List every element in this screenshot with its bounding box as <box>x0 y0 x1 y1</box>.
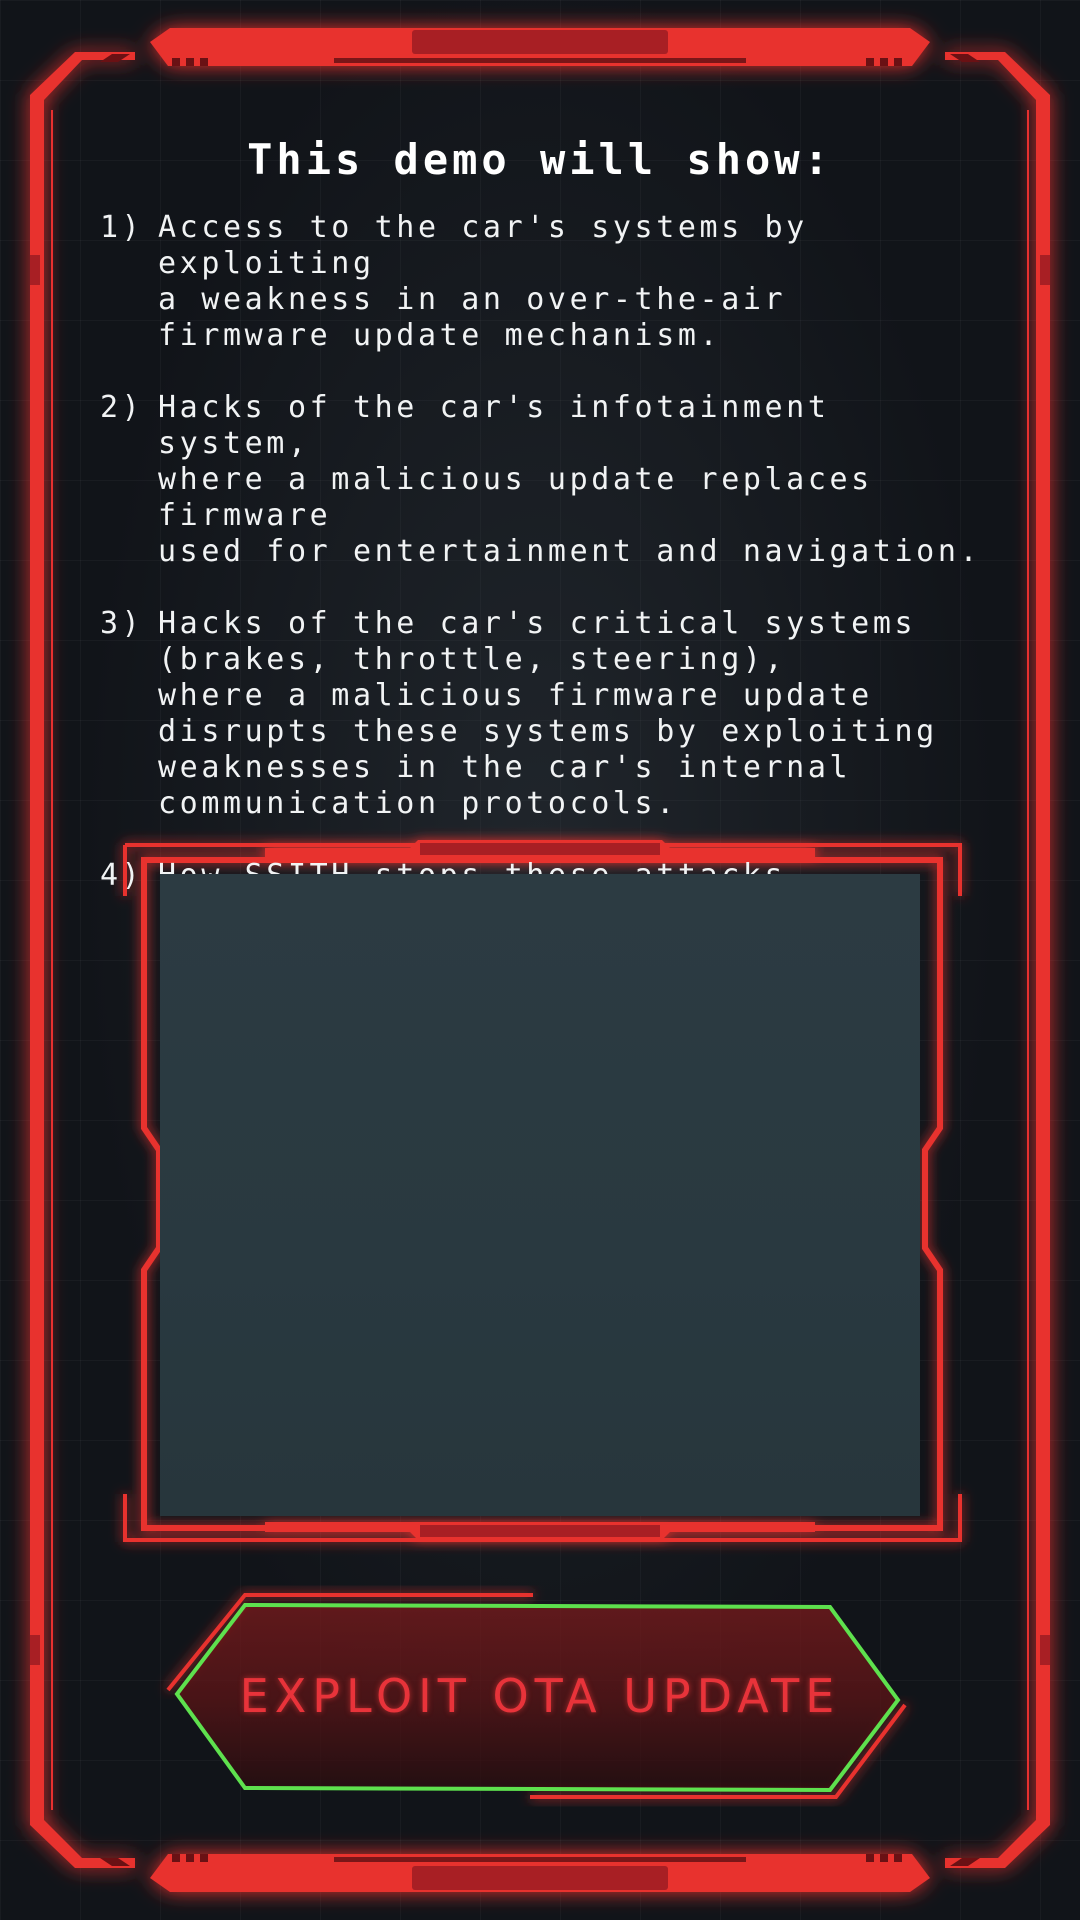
demo-intro: This demo will show: 1) Access to the ca… <box>0 0 1080 1920</box>
list-item-text: Access to the car's systems by exploitin… <box>158 210 808 353</box>
video-display-panel <box>160 874 920 1516</box>
exploit-ota-update-button[interactable]: EXPLOIT OTA UPDATE <box>180 1666 900 1726</box>
list-item: 2) Hacks of the car's infotainment syste… <box>100 390 1000 570</box>
list-item-number: 2) <box>100 390 144 425</box>
list-item-number: 4) <box>100 858 144 893</box>
list-item: 3) Hacks of the car's critical systems (… <box>100 606 1000 822</box>
list-item: 1) Access to the car's systems by exploi… <box>100 210 1000 354</box>
list-item-text: Hacks of the car's critical systems (bra… <box>158 606 938 821</box>
list-item-number: 3) <box>100 606 144 641</box>
intro-title: This demo will show: <box>247 135 833 184</box>
demo-steps-list: 1) Access to the car's systems by exploi… <box>100 210 1000 930</box>
list-item-number: 1) <box>100 210 144 245</box>
list-item-text: Hacks of the car's infotainment system, … <box>158 390 982 569</box>
